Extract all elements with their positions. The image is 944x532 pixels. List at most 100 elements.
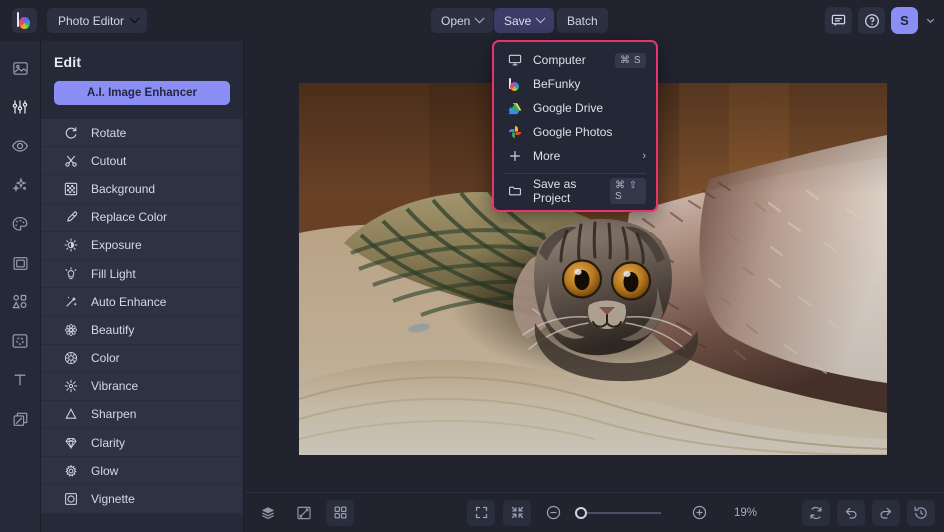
compare-icon[interactable] <box>290 500 318 526</box>
reset-icon[interactable] <box>802 499 830 526</box>
grid-view-icon[interactable] <box>326 499 354 526</box>
fit-screen-icon[interactable] <box>467 499 495 526</box>
tool-row-replace-color[interactable]: Replace Color <box>41 203 243 232</box>
tool-row-color[interactable]: Color <box>41 344 243 373</box>
rail-item-sliders-icon[interactable] <box>5 92 35 122</box>
history-icon[interactable] <box>907 499 935 526</box>
bulb-icon <box>63 266 78 281</box>
menu-item-more[interactable]: More › <box>494 144 656 168</box>
rail-item-text-icon[interactable] <box>5 365 35 395</box>
tool-label: Sharpen <box>91 407 137 422</box>
tool-row-rotate[interactable]: Rotate <box>41 119 243 148</box>
scissors-icon <box>63 153 78 168</box>
zoom-level-label: 19% <box>734 506 758 519</box>
edit-panel: Edit A.I. Image Enhancer Rotate Cutout B… <box>41 41 244 532</box>
save-dropdown-menu[interactable]: Computer ⌘ S BeFunky Google Drive Google… <box>492 40 658 212</box>
tool-row-clarity[interactable]: Clarity <box>41 429 243 458</box>
menu-item-shortcut: ⌘ ⇧ S <box>610 178 646 204</box>
tool-row-vibrance[interactable]: Vibrance <box>41 372 243 401</box>
help-circle-icon[interactable] <box>858 7 885 34</box>
chevron-right-icon: › <box>642 149 646 162</box>
tool-row-cutout[interactable]: Cutout <box>41 147 243 176</box>
menu-item-befunky[interactable]: BeFunky <box>494 72 656 96</box>
open-button[interactable]: Open <box>431 8 494 33</box>
tool-row-fill-light[interactable]: Fill Light <box>41 259 243 289</box>
zoom-slider[interactable] <box>575 506 661 520</box>
account-chevron-down-icon[interactable] <box>924 16 936 25</box>
menu-item-computer[interactable]: Computer ⌘ S <box>494 48 656 72</box>
rail-item-frames-icon[interactable] <box>5 248 35 278</box>
actual-size-icon[interactable] <box>503 499 531 526</box>
menu-item-label: Google Drive <box>533 101 604 115</box>
tool-row-vignette[interactable]: Vignette <box>41 485 243 514</box>
chevron-down-icon <box>535 13 546 24</box>
rail-item-layers-icon[interactable] <box>5 404 35 434</box>
top-bar: Photo Editor Open Save Batch S <box>0 0 944 41</box>
tool-label: Background <box>91 181 156 196</box>
undo-icon[interactable] <box>837 499 865 526</box>
menu-item-label: More <box>533 149 561 163</box>
layers-stack-icon[interactable] <box>254 500 282 526</box>
tool-label: Auto Enhance <box>91 294 167 309</box>
rail-item-image-icon[interactable] <box>5 53 35 83</box>
befunky-logo-icon[interactable] <box>12 8 37 33</box>
menu-item-save-as-project[interactable]: Save as Project ⌘ ⇧ S <box>494 177 656 205</box>
bottom-left-group <box>254 499 354 526</box>
rail-item-graphics-icon[interactable] <box>5 287 35 317</box>
tool-label: Color <box>91 351 120 366</box>
menu-item-label: BeFunky <box>533 77 581 91</box>
checkerboard-icon <box>63 181 78 196</box>
menu-item-google-photos[interactable]: Google Photos <box>494 120 656 144</box>
menu-item-label: Google Photos <box>533 125 613 139</box>
rail-item-overlays-icon[interactable] <box>5 326 35 356</box>
panel-title: Edit <box>54 54 82 70</box>
redo-icon[interactable] <box>872 499 900 526</box>
menu-item-label: Save as Project <box>533 177 577 205</box>
google-drive-icon <box>507 101 522 116</box>
rail-item-sparkles-icon[interactable] <box>5 170 35 200</box>
chevron-down-icon <box>129 13 140 24</box>
history-controls <box>802 499 935 526</box>
color-wheel-icon <box>63 351 78 366</box>
tool-row-glow[interactable]: Glow <box>41 457 243 486</box>
zoom-controls: 19% <box>467 499 764 526</box>
glow-icon <box>63 463 78 478</box>
batch-button[interactable]: Batch <box>557 8 608 33</box>
tool-label: Fill Light <box>91 266 136 281</box>
tool-label: Beautify <box>91 322 135 337</box>
save-button[interactable]: Save <box>494 8 555 33</box>
eyedropper-icon <box>63 210 78 225</box>
rail-item-artify-palette-icon[interactable] <box>5 209 35 239</box>
zoom-out-icon[interactable] <box>539 500 567 526</box>
avatar[interactable]: S <box>891 7 918 34</box>
tool-row-auto-enhance[interactable]: Auto Enhance <box>41 288 243 317</box>
photo-editor-app: Photo Editor Open Save Batch S Edit A.I.… <box>0 0 944 532</box>
menu-item-label: Computer <box>533 53 586 67</box>
monitor-icon <box>507 53 522 68</box>
save-label: Save <box>504 13 532 28</box>
tool-row-sharpen[interactable]: Sharpen <box>41 400 243 430</box>
beautify-icon <box>63 322 78 337</box>
tool-row-background[interactable]: Background <box>41 175 243 204</box>
google-photos-icon <box>507 125 522 140</box>
rail-item-eye-icon[interactable] <box>5 131 35 161</box>
ai-image-enhancer-label: A.I. Image Enhancer <box>87 87 197 99</box>
tool-row-beautify[interactable]: Beautify <box>41 316 243 345</box>
app-switcher[interactable]: Photo Editor <box>47 8 148 33</box>
rotate-icon <box>63 125 78 140</box>
tool-row-exposure[interactable]: Exposure <box>41 231 243 260</box>
tool-label: Glow <box>91 463 119 478</box>
menu-separator <box>504 173 646 174</box>
vibrance-icon <box>63 379 78 394</box>
menu-item-google-drive[interactable]: Google Drive <box>494 96 656 120</box>
zoom-in-icon[interactable] <box>685 500 713 526</box>
ai-image-enhancer-button[interactable]: A.I. Image Enhancer <box>54 81 230 105</box>
tool-label: Vibrance <box>91 379 139 394</box>
menu-item-shortcut: ⌘ S <box>615 52 646 68</box>
befunky-icon <box>507 77 522 92</box>
folder-icon <box>507 184 522 199</box>
tool-label: Replace Color <box>91 210 168 225</box>
avatar-initial: S <box>900 13 909 28</box>
chat-icon[interactable] <box>825 7 852 34</box>
zoom-slider-knob[interactable] <box>575 506 587 519</box>
